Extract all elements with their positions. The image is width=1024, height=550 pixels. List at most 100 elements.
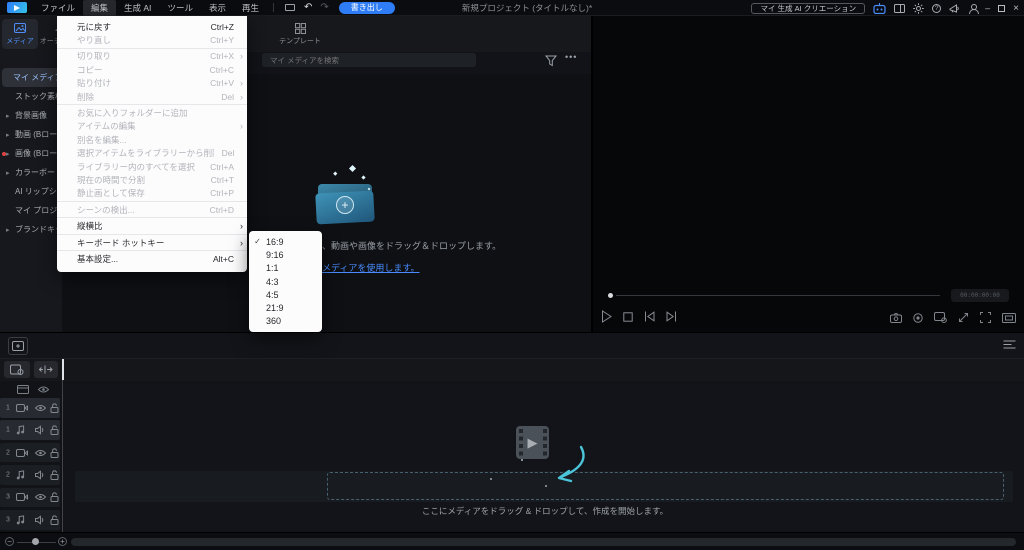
aspect-option[interactable]: ✓ 16:9 [249, 235, 322, 248]
track-header-audio-2[interactable]: 2 [0, 465, 60, 485]
lock-icon[interactable] [50, 470, 59, 480]
menu-item[interactable]: 切り取り Ctrl+X › [57, 50, 247, 63]
seek-bar[interactable] [616, 295, 940, 296]
redo-icon[interactable]: ↷ [320, 1, 328, 15]
menubar-item-4[interactable]: 表示 [201, 0, 234, 16]
stop-button[interactable] [623, 311, 633, 322]
previous-frame-button[interactable] [644, 311, 655, 322]
menubar-item-5[interactable]: 再生 [234, 0, 267, 16]
track-header-audio-3[interactable]: 3 [0, 510, 60, 530]
undo-icon[interactable]: ↶ [304, 1, 312, 15]
track-header-video-1[interactable]: 1 [0, 398, 60, 418]
track-header-audio-1[interactable]: 1 [0, 420, 60, 440]
import-folder-icon[interactable]: + [315, 164, 375, 228]
timeline-playhead[interactable] [61, 359, 64, 533]
search-input[interactable] [262, 53, 476, 67]
lock-icon[interactable] [50, 403, 59, 413]
aspect-option[interactable]: 360 [249, 315, 322, 328]
chevron-right-icon[interactable]: ▸ [6, 169, 10, 177]
lock-icon[interactable] [50, 447, 59, 458]
menu-item[interactable]: キーボード ホットキー › [57, 236, 247, 249]
playhead-handle[interactable] [608, 293, 613, 298]
sidebar-item[interactable]: ▸ ブランドキット [0, 220, 62, 239]
aspect-option[interactable]: 4:3 [249, 275, 322, 288]
chevron-right-icon[interactable]: ▸ [6, 150, 10, 158]
fullscreen-icon[interactable] [980, 312, 991, 323]
tab-media[interactable]: メディア [2, 19, 38, 49]
mute-speaker-icon[interactable] [35, 470, 45, 480]
menu-item[interactable]: 削除 Del › [57, 90, 247, 103]
filter-funnel-icon[interactable] [545, 55, 557, 67]
menu-item[interactable]: 別名を編集... [57, 133, 247, 146]
layout-panels-icon[interactable] [894, 3, 906, 13]
menu-item[interactable]: 静止画として保存 Ctrl+P [57, 187, 247, 200]
announcement-icon[interactable] [949, 3, 960, 13]
sidebar-item[interactable]: マイ プロジェクト [0, 201, 62, 220]
sidebar-item[interactable]: ストック素材 [0, 87, 62, 106]
lock-icon[interactable] [50, 425, 59, 436]
aspect-option[interactable]: 21:9 [249, 301, 322, 314]
menubar-item-2[interactable]: 生成 AI [116, 0, 159, 16]
menu-item[interactable]: 現在の時間で分割 Ctrl+T [57, 173, 247, 186]
mute-speaker-icon[interactable] [35, 515, 45, 525]
track-header-video-3[interactable]: 3 [0, 487, 60, 508]
snapshot-camera-icon[interactable] [890, 312, 902, 323]
render-preview-icon[interactable] [1003, 339, 1016, 350]
sidebar-item[interactable]: マイ メディア [2, 68, 60, 87]
visibility-eye-icon[interactable] [35, 404, 46, 411]
screen-mode-icon[interactable] [284, 4, 295, 11]
sidebar-item[interactable]: AI リップシンク [0, 182, 62, 201]
menubar-item-0[interactable]: ファイル [33, 0, 83, 16]
visibility-eye-icon[interactable] [35, 449, 46, 456]
lock-icon[interactable] [50, 492, 59, 503]
menu-item[interactable]: 元に戻す Ctrl+Z [57, 20, 247, 33]
auto-ripple-button[interactable] [34, 361, 58, 378]
menu-item[interactable]: ライブラリー内のすべてを選択 Ctrl+A [57, 160, 247, 173]
export-button[interactable]: 書き出し [338, 1, 395, 14]
menu-item[interactable]: 選択アイテムをライブラリーから削除 Del [57, 147, 247, 160]
visibility-eye-icon[interactable] [35, 494, 46, 501]
menu-item[interactable]: やり直し Ctrl+Y [57, 33, 247, 46]
ai-robot-icon[interactable] [873, 2, 886, 14]
menubar-item-1[interactable]: 編集 [83, 0, 117, 16]
record-icon[interactable] [913, 312, 923, 323]
menu-item[interactable]: お気に入りフォルダーに追加 [57, 106, 247, 119]
aspect-option[interactable]: 9:16 [249, 248, 322, 261]
sidebar-item[interactable]: ▸ 画像 (Bロール) [0, 144, 62, 163]
film-icon[interactable] [17, 385, 29, 394]
menu-item[interactable]: 基本設定... Alt+C [57, 252, 247, 265]
aspect-ratio-icon[interactable] [1002, 312, 1016, 323]
motion-tracking-icon[interactable] [958, 312, 969, 323]
add-to-timeline-icon[interactable] [8, 337, 28, 355]
next-frame-button[interactable] [666, 311, 677, 322]
track-header-video-2[interactable]: 2 [0, 442, 60, 463]
aspect-option[interactable]: 4:5 [249, 288, 322, 301]
use-sample-media-link[interactable]: メディアを使用します。 [322, 261, 419, 274]
window-minimize-button[interactable]: – [985, 3, 990, 13]
preview-quality-icon[interactable] [934, 312, 947, 323]
sidebar-item[interactable]: ▸ カラーボード [0, 163, 62, 182]
zoom-slider-handle[interactable] [32, 538, 39, 545]
timeline-drop-zone[interactable] [327, 472, 1004, 500]
manage-tracks-button[interactable] [4, 361, 30, 378]
play-button[interactable] [601, 310, 612, 323]
timecode-display[interactable]: 00:00:00:00 [951, 289, 1009, 302]
chevron-right-icon[interactable]: ▸ [6, 131, 10, 139]
help-icon[interactable]: ? [932, 3, 942, 13]
mute-speaker-icon[interactable] [35, 425, 45, 435]
lock-icon[interactable] [50, 515, 59, 525]
menu-item[interactable]: 縦横比 › [57, 219, 247, 232]
menu-item[interactable]: シーンの検出... Ctrl+D [57, 203, 247, 216]
settings-gear-icon[interactable] [913, 2, 924, 14]
menu-item[interactable]: 貼り付け Ctrl+V › [57, 77, 247, 90]
window-close-button[interactable]: × [1013, 3, 1019, 14]
menu-item[interactable]: アイテムの編集 › [57, 120, 247, 133]
sidebar-item[interactable]: ▸ 動画 (Bロール) [0, 125, 62, 144]
horizontal-scrollbar[interactable] [71, 538, 1016, 546]
menubar-item-3[interactable]: ツール [159, 0, 201, 16]
menu-item[interactable]: コピー Ctrl+C [57, 63, 247, 76]
window-maximize-button[interactable] [998, 4, 1006, 12]
account-icon[interactable] [968, 3, 979, 14]
sidebar-item[interactable]: ▸ 背景画像 [0, 106, 62, 125]
chevron-right-icon[interactable]: ▸ [6, 226, 10, 234]
